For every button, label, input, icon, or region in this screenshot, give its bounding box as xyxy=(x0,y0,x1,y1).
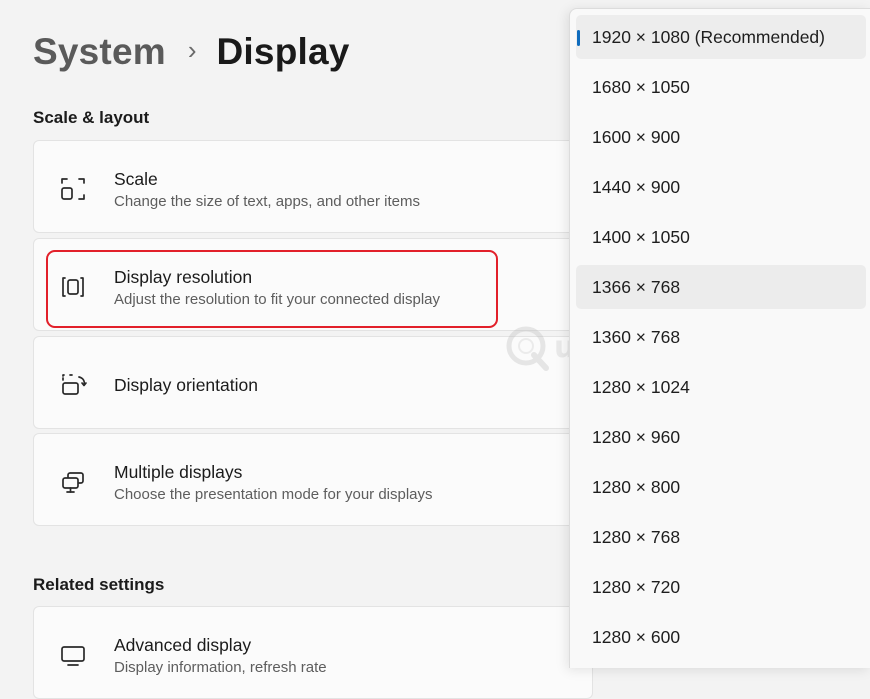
resolution-option[interactable]: 1680 × 1050 xyxy=(576,65,866,109)
resolution-option[interactable]: 1600 × 900 xyxy=(576,115,866,159)
resolution-option[interactable]: 1280 × 600 xyxy=(576,615,866,659)
resolution-option-label: 1280 × 600 xyxy=(592,626,681,647)
multiple-displays-card[interactable]: Multiple displays Choose the presentatio… xyxy=(33,433,593,526)
breadcrumb-separator: › xyxy=(187,35,197,65)
resolution-option-label: 1360 × 768 xyxy=(592,326,681,347)
breadcrumb-system-link[interactable]: System xyxy=(33,33,166,70)
display-resolution-card[interactable]: Display resolution Adjust the resolution… xyxy=(33,238,593,331)
display-orientation-card[interactable]: Display orientation xyxy=(33,336,593,429)
resolution-option[interactable]: 1280 × 960 xyxy=(576,415,866,459)
resolution-option[interactable]: 1280 × 800 xyxy=(576,465,866,509)
display-resolution-description: Adjust the resolution to fit your connec… xyxy=(114,291,441,308)
section-title-related-settings: Related settings xyxy=(33,575,165,594)
multiple-displays-description: Choose the presentation mode for your di… xyxy=(114,486,433,503)
resolution-option[interactable]: 1400 × 1050 xyxy=(576,215,866,259)
resolution-option[interactable]: 1360 × 768 xyxy=(576,315,866,359)
multiple-displays-icon xyxy=(58,467,88,497)
resolution-option-hovered[interactable]: 1366 × 768 xyxy=(576,265,866,309)
resolution-option-label: 1680 × 1050 xyxy=(592,76,690,97)
resolution-option[interactable]: 1920 × 1080 (Recommended) xyxy=(576,15,866,59)
resolution-option-label: 1280 × 768 xyxy=(592,526,681,547)
advanced-display-title: Advanced display xyxy=(114,635,252,655)
resolution-option-label: 1920 × 1080 (Recommended) xyxy=(592,26,825,47)
resolution-option-label: 1280 × 960 xyxy=(592,426,681,447)
scale-title: Scale xyxy=(114,169,158,189)
monitor-icon xyxy=(58,640,88,670)
resolution-option-label: 1366 × 768 xyxy=(592,276,681,297)
resolution-option-label: 1280 × 720 xyxy=(592,576,681,597)
multiple-displays-title: Multiple displays xyxy=(114,462,243,482)
advanced-display-card[interactable]: Advanced display Display information, re… xyxy=(33,606,593,699)
resolution-option[interactable]: 1280 × 720 xyxy=(576,565,866,609)
scale-card[interactable]: Scale Change the size of text, apps, and… xyxy=(33,140,593,233)
resolution-option-label: 1600 × 900 xyxy=(592,126,681,147)
display-resolution-title: Display resolution xyxy=(114,267,253,287)
breadcrumb: System › Display xyxy=(33,26,350,76)
selected-indicator xyxy=(577,30,580,46)
resolution-dropdown[interactable]: 1920 × 1080 (Recommended) 1680 × 1050 16… xyxy=(569,8,870,668)
resolution-option[interactable]: 1280 × 768 xyxy=(576,515,866,559)
resolution-option-label: 1280 × 1024 xyxy=(592,376,690,397)
orientation-icon xyxy=(58,370,88,400)
display-orientation-title: Display orientation xyxy=(114,375,258,395)
scale-icon xyxy=(58,174,88,204)
resolution-option-label: 1440 × 900 xyxy=(592,176,681,197)
page-title: Display xyxy=(216,30,350,72)
resolution-option[interactable]: 1440 × 900 xyxy=(576,165,866,209)
scale-description: Change the size of text, apps, and other… xyxy=(114,193,421,210)
advanced-display-description: Display information, refresh rate xyxy=(114,659,327,676)
resolution-option-label: 1400 × 1050 xyxy=(592,226,690,247)
resolution-icon xyxy=(58,272,88,302)
section-title-scale-layout: Scale & layout xyxy=(33,108,150,127)
resolution-option[interactable]: 1280 × 1024 xyxy=(576,365,866,409)
resolution-option-label: 1280 × 800 xyxy=(592,476,681,497)
